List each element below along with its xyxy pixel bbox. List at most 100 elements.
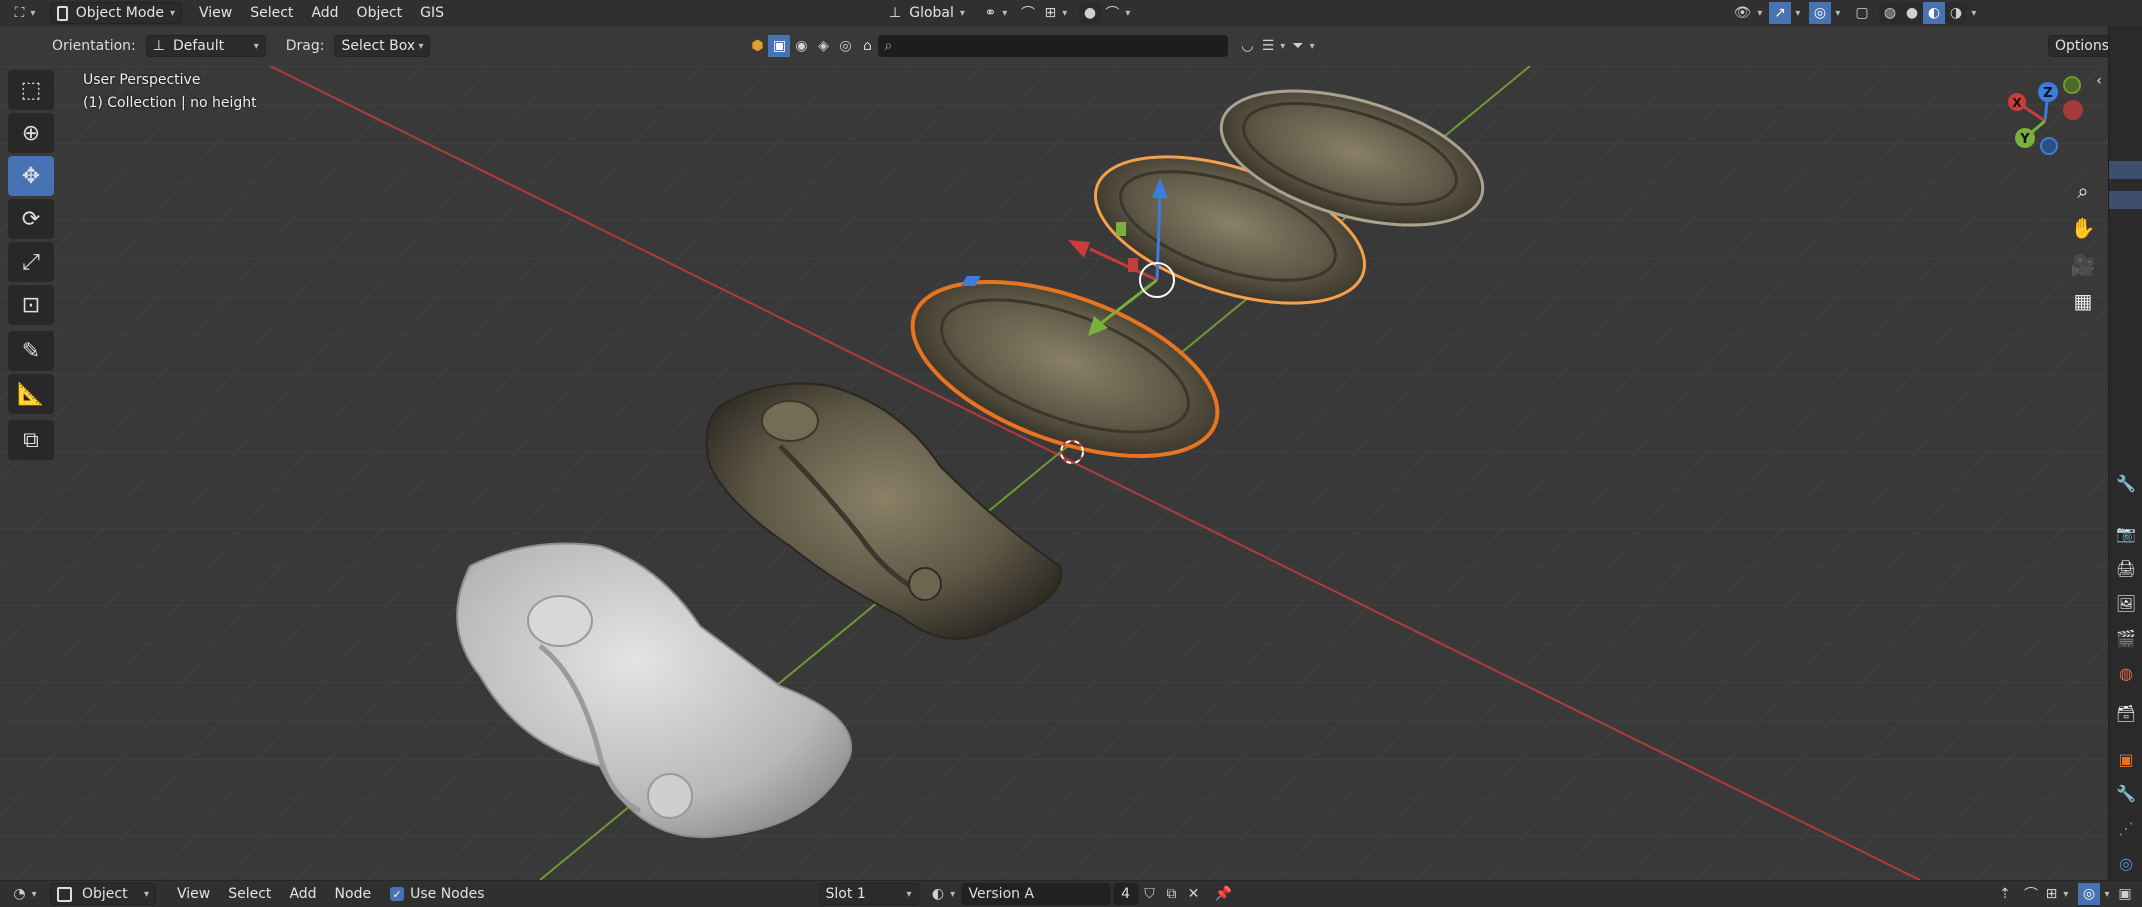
node-snap-target-icon[interactable]: ⊞ ▾ xyxy=(2042,883,2072,905)
pin-icon[interactable]: 📌 xyxy=(1213,883,1235,905)
filter-icon[interactable]: ⏷ ▾ xyxy=(1288,35,1318,57)
mode-selector[interactable]: Object Mode ▾ xyxy=(50,2,182,24)
shader-menu-select[interactable]: Select xyxy=(219,883,280,905)
sort-icon[interactable]: ☰ ▾ xyxy=(1258,35,1288,57)
gizmo-toggle-icon[interactable]: ↗ xyxy=(1768,2,1791,24)
collection-filter-icon[interactable]: ⬢ xyxy=(746,35,768,57)
duplicate-material-icon[interactable]: ⧉ xyxy=(1161,883,1183,905)
zoom-view-icon[interactable]: ⌕ xyxy=(2066,174,2100,208)
select-box-tool-icon[interactable]: ⬚ xyxy=(8,70,54,110)
physics-properties-icon[interactable]: ◎ xyxy=(2109,846,2142,880)
wireframe-shading-icon[interactable]: ◍ xyxy=(1878,2,1901,24)
sidebar-collapse-icon[interactable]: ‹ xyxy=(2090,66,2108,98)
view-perspective-label: User Perspective xyxy=(83,72,201,88)
menu-gis[interactable]: GIS xyxy=(411,2,453,24)
transform-orientation-selector[interactable]: ⊥ Global ▾ xyxy=(883,2,971,24)
material-preview-shading-icon[interactable]: ◐ xyxy=(1922,2,1945,24)
filter-texture-icon[interactable]: ◈ xyxy=(812,35,834,57)
scale-tool-icon[interactable]: ⤢ xyxy=(8,242,54,282)
editor-type-icon[interactable]: ⛶ ▾ xyxy=(8,2,42,24)
overlays-dropdown-icon[interactable]: ▾ xyxy=(1831,2,1845,24)
modifier-properties-icon[interactable]: 🔧 xyxy=(2109,776,2142,810)
orientation-dropdown[interactable]: ⊥ Default ▾ xyxy=(145,35,266,57)
chevron-down-icon: ▾ xyxy=(169,7,175,19)
search-icon: ⌕ xyxy=(884,38,893,54)
options-label: Options xyxy=(2055,38,2110,54)
shading-dropdown-icon[interactable]: ▾ xyxy=(1967,2,1981,24)
drag-value: Select Box xyxy=(341,38,416,54)
cursor-tool-icon[interactable]: ⊕ xyxy=(8,113,54,153)
gizmo-y-label: Y xyxy=(2019,132,2030,147)
transform-orientation-label: Global xyxy=(909,5,954,21)
chevron-down-icon: ▾ xyxy=(143,888,149,900)
pivot-point-icon[interactable]: ⚭ ▾ xyxy=(979,2,1013,24)
proportional-editing-icon[interactable]: ● xyxy=(1078,2,1101,24)
xray-icon[interactable]: ▢ xyxy=(1851,2,1873,24)
shader-object-selector[interactable]: Object ▾ xyxy=(50,883,156,905)
object-properties-icon[interactable]: ▣ xyxy=(2109,742,2142,776)
transform-tool-icon[interactable]: ⊡ xyxy=(8,285,54,325)
solid-shading-icon[interactable]: ● xyxy=(1900,2,1923,24)
rotate-tool-icon[interactable]: ⟳ xyxy=(8,199,54,239)
measure-tool-icon[interactable]: 📐 xyxy=(8,374,54,414)
collection-properties-icon[interactable]: 🗃 xyxy=(2109,696,2142,730)
use-nodes-checkbox[interactable]: ✓ Use Nodes xyxy=(384,883,490,905)
material-browse-icon[interactable]: ◐ ▾ xyxy=(927,883,961,905)
asset-search-input[interactable]: ⌕ xyxy=(878,35,1229,57)
menu-view[interactable]: View xyxy=(190,2,241,24)
filter-object-icon[interactable]: ▣ xyxy=(768,35,791,57)
shader-menu-add[interactable]: Add xyxy=(280,883,325,905)
annotate-tool-icon[interactable]: ✎ xyxy=(8,331,54,371)
view-layer-properties-icon[interactable]: 🖼 xyxy=(2109,586,2142,620)
3d-viewport[interactable]: User Perspective (1) Collection | no hei… xyxy=(0,66,2108,880)
material-slot-selector[interactable]: Slot 1 ▾ xyxy=(818,883,919,905)
node-snap-icon[interactable]: ⌒ xyxy=(2020,883,2042,905)
world-properties-icon[interactable]: ◍ xyxy=(2109,656,2142,690)
output-properties-icon[interactable]: 🖨 xyxy=(2109,551,2142,585)
shader-editor-type-icon[interactable]: ◔ ▾ xyxy=(8,883,42,905)
fake-user-shield-icon[interactable]: ⛉ xyxy=(1139,883,1161,905)
overlays-toggle-icon[interactable]: ◎ xyxy=(1808,2,1831,24)
filter-world-icon[interactable]: ◎ xyxy=(834,35,856,57)
gizmo-z-label: Z xyxy=(2043,86,2052,101)
menu-add[interactable]: Add xyxy=(302,2,347,24)
search-clear-icon[interactable]: ◡ xyxy=(1236,35,1258,57)
properties-tab-strip: 🔧 📷 🖨 🖼 🎬 ◍ 🗃 ▣ 🔧 ⋰ ◎ xyxy=(2108,26,2142,880)
pan-view-icon[interactable]: ✋ xyxy=(2066,211,2100,245)
menu-object[interactable]: Object xyxy=(348,2,412,24)
gizmo-dropdown-icon[interactable]: ▾ xyxy=(1791,2,1805,24)
backdrop-toggle-icon[interactable]: ▣ xyxy=(2114,883,2136,905)
rendered-shading-icon[interactable]: ◑ xyxy=(1944,2,1967,24)
tool-properties-icon[interactable]: 🔧 xyxy=(2109,466,2142,500)
camera-view-icon[interactable]: 🎥 xyxy=(2066,248,2100,282)
proportional-falloff-icon[interactable]: ⌒ ▾ xyxy=(1101,2,1135,24)
unlink-material-icon[interactable]: ✕ xyxy=(1183,883,1205,905)
snap-icon[interactable]: ⌒ xyxy=(1017,2,1039,24)
navigation-gizmo[interactable]: Z X Y xyxy=(1990,76,2100,176)
snap-target-icon[interactable]: ⊞ ▾ xyxy=(1039,2,1073,24)
filter-brush-icon[interactable]: ⌂ xyxy=(856,35,878,57)
gizmo-x-label: X xyxy=(2012,96,2022,110)
filter-material-icon[interactable]: ◉ xyxy=(790,35,812,57)
mode-label: Object Mode xyxy=(75,5,164,21)
move-tool-icon[interactable]: ✥ xyxy=(8,156,54,196)
add-cube-tool-icon[interactable]: ⧉ xyxy=(8,420,54,460)
visibility-icon[interactable]: 👁 ▾ xyxy=(1731,2,1765,24)
shader-menu-view[interactable]: View xyxy=(168,883,219,905)
object-icon xyxy=(57,886,72,902)
material-user-count[interactable]: 4 xyxy=(1112,883,1139,905)
node-overlays-dropdown-icon[interactable]: ▾ xyxy=(2100,883,2114,905)
drag-dropdown[interactable]: Select Box ▾ xyxy=(334,35,431,57)
ortho-toggle-icon[interactable]: ▦ xyxy=(2066,284,2100,318)
render-properties-icon[interactable]: 📷 xyxy=(2109,516,2142,550)
parent-node-tree-icon[interactable]: ⇡ xyxy=(1994,883,2016,905)
particles-properties-icon[interactable]: ⋰ xyxy=(2109,811,2142,845)
orientation-icon: ⊥ xyxy=(889,5,902,21)
user-count-value: 4 xyxy=(1121,886,1130,902)
menu-select[interactable]: Select xyxy=(241,2,302,24)
node-overlays-icon[interactable]: ◎ xyxy=(2078,883,2100,905)
material-name-field[interactable]: Version A xyxy=(960,883,1111,905)
shader-menu-node[interactable]: Node xyxy=(326,883,381,905)
scene-properties-icon[interactable]: 🎬 xyxy=(2109,621,2142,655)
chevron-down-icon: ▾ xyxy=(253,40,259,52)
